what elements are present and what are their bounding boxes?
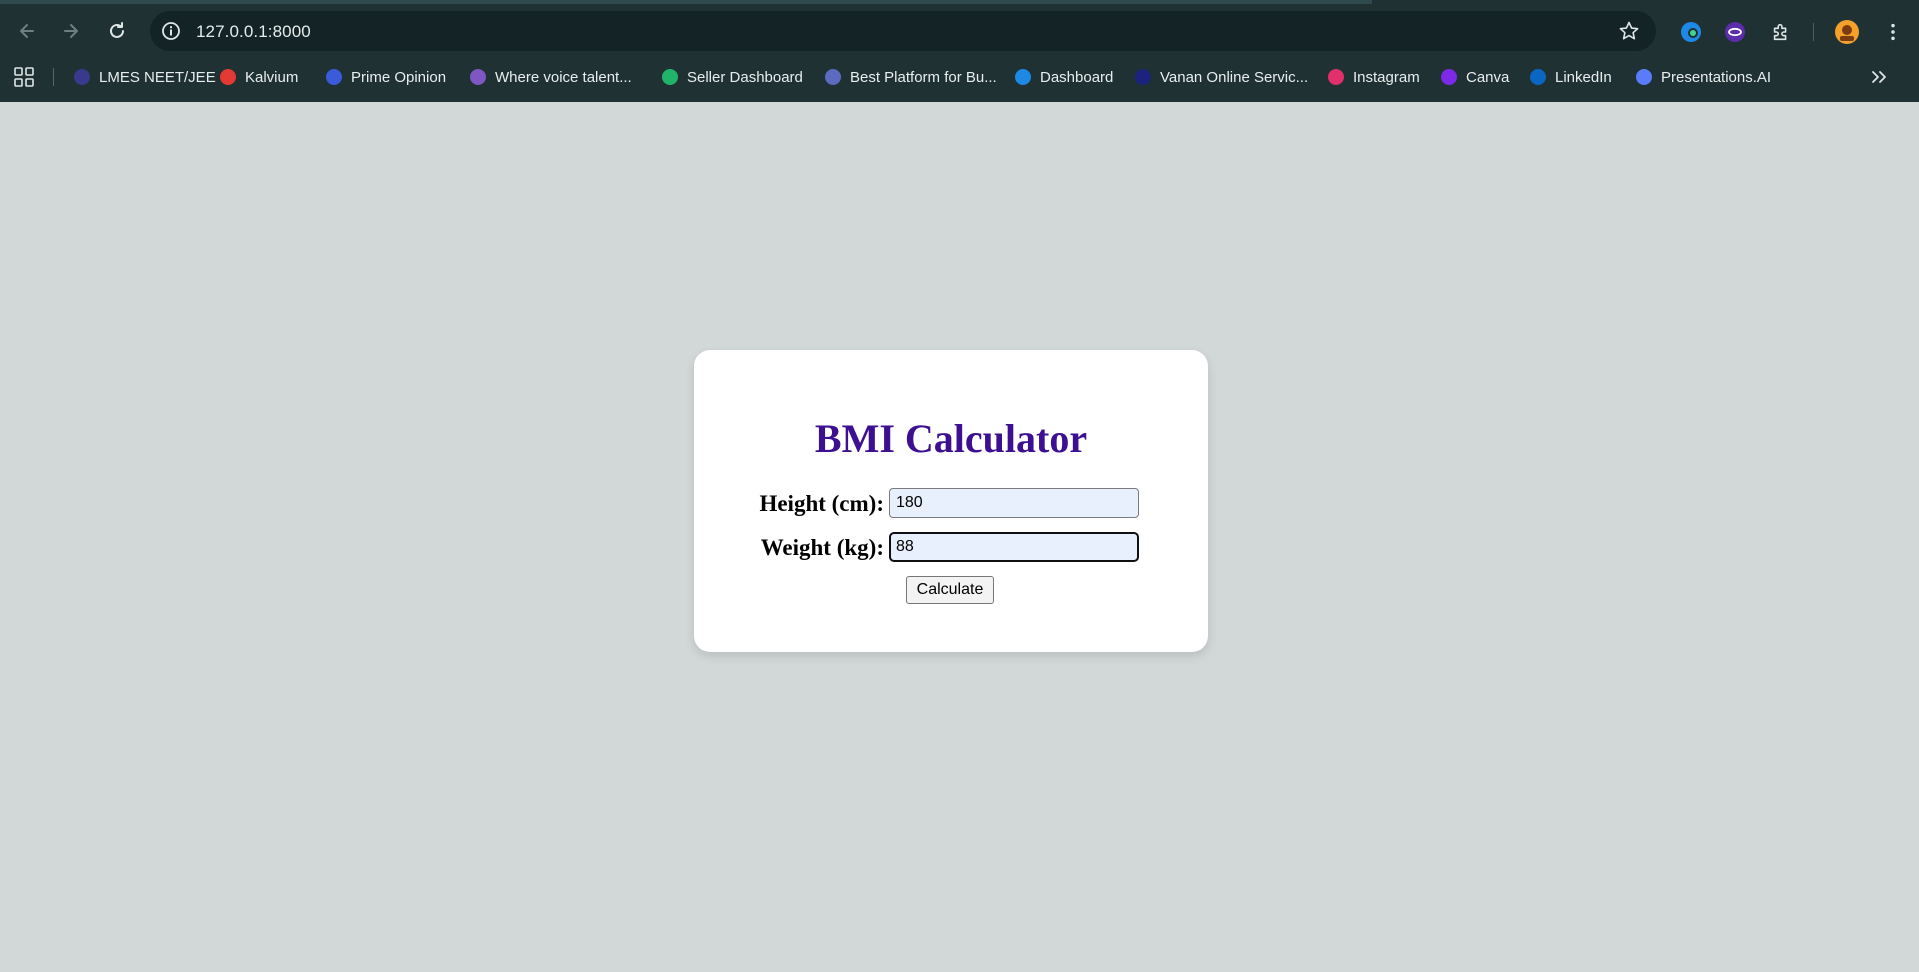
page-title: BMI Calculator: [814, 416, 1088, 461]
site-info-icon[interactable]: [160, 20, 182, 42]
height-label: Height (cm):: [759, 491, 884, 516]
browser-chrome: 127.0.0.1:8000 LMES NEET/JEE Kalvium Prime…: [0, 0, 1919, 102]
browser-toolbar: 127.0.0.1:8000: [0, 6, 1919, 56]
dashboard-favicon-icon: [1015, 69, 1031, 85]
bookmark-label: Best Platform for Bu...: [850, 68, 997, 86]
bookmark-label: Prime Opinion: [351, 68, 447, 86]
weight-input[interactable]: [889, 532, 1139, 562]
calculate-button[interactable]: Calculate: [906, 576, 994, 604]
bookmark-label: Seller Dashboard: [687, 68, 803, 86]
weight-label: Weight (kg):: [760, 535, 884, 560]
kalvium-favicon-icon: [220, 69, 236, 85]
bookmark-label: LinkedIn: [1555, 68, 1612, 86]
address-bar[interactable]: 127.0.0.1:8000: [150, 11, 1656, 51]
bookmark-label: Instagram: [1353, 68, 1420, 86]
bookmark-item[interactable]: Instagram: [1328, 64, 1420, 90]
height-input[interactable]: [889, 488, 1139, 518]
bookmark-label: Presentations.AI: [1661, 68, 1772, 86]
prime-opinion-favicon-icon: [326, 69, 342, 85]
bookmark-item[interactable]: Where voice talent...: [470, 64, 632, 90]
instagram-favicon-icon: [1328, 69, 1344, 85]
bookmark-star-icon[interactable]: [1618, 20, 1640, 42]
bookmark-item[interactable]: Presentations.AI: [1636, 64, 1771, 90]
url-text[interactable]: 127.0.0.1:8000: [196, 22, 311, 42]
canva-favicon-icon: [1441, 69, 1457, 85]
bookmark-label: Vanan Online Servic...: [1160, 68, 1309, 86]
bookmark-item[interactable]: Best Platform for Bu...: [825, 64, 997, 90]
bookmark-item[interactable]: LMES NEET/JEE: [74, 64, 216, 90]
forward-button[interactable]: [53, 13, 89, 49]
bookmark-item[interactable]: LinkedIn: [1530, 64, 1612, 90]
bookmark-label: Dashboard: [1040, 68, 1114, 86]
voice-favicon-icon: [470, 69, 486, 85]
bookmark-label: Where voice talent...: [495, 68, 632, 86]
bookmark-item[interactable]: Seller Dashboard: [662, 64, 803, 90]
reload-icon: [110, 22, 124, 38]
chevron-double-right-icon[interactable]: [1869, 67, 1889, 87]
bookmark-item[interactable]: Prime Opinion: [326, 64, 446, 90]
bookmark-item[interactable]: Vanan Online Servic...: [1135, 64, 1308, 90]
seller-favicon-icon: [662, 69, 678, 85]
eye-extension-icon[interactable]: [1722, 19, 1748, 45]
browser-menu-icon[interactable]: [1880, 19, 1906, 45]
bookmark-item[interactable]: Canva: [1441, 64, 1509, 90]
bookmarks-divider: [53, 68, 54, 86]
apps-grid-icon[interactable]: [14, 67, 34, 87]
back-button[interactable]: [9, 13, 45, 49]
bookmark-item[interactable]: Kalvium: [220, 64, 298, 90]
extensions-puzzle-icon[interactable]: [1768, 19, 1794, 45]
bookmark-label: LMES NEET/JEE: [99, 68, 216, 86]
bookmark-label: Canva: [1466, 68, 1510, 86]
bookmark-label: Kalvium: [245, 68, 299, 86]
weight-row: Weight (kg):: [694, 532, 1208, 566]
linkedin-favicon-icon: [1530, 69, 1546, 85]
platform-favicon-icon: [825, 69, 841, 85]
bmi-calculator-card: BMI Calculator Height (cm): Weight (kg):…: [694, 350, 1208, 652]
edge-extension-icon[interactable]: [1678, 19, 1704, 45]
arrow-right-icon: [64, 24, 78, 38]
arrow-left-icon: [20, 24, 34, 38]
presentations-favicon-icon: [1636, 69, 1652, 85]
profile-avatar[interactable]: [1834, 19, 1860, 45]
toolbar-divider: [1813, 23, 1814, 41]
height-row: Height (cm):: [694, 488, 1208, 522]
vanan-favicon-icon: [1135, 69, 1151, 85]
lmes-favicon-icon: [74, 69, 90, 85]
bookmark-item[interactable]: Dashboard: [1015, 64, 1113, 90]
reload-button[interactable]: [99, 13, 135, 49]
bookmarks-bar: LMES NEET/JEE Kalvium Prime Opinion Where v…: [0, 60, 1919, 94]
loading-progress-bar: [0, 0, 1372, 4]
